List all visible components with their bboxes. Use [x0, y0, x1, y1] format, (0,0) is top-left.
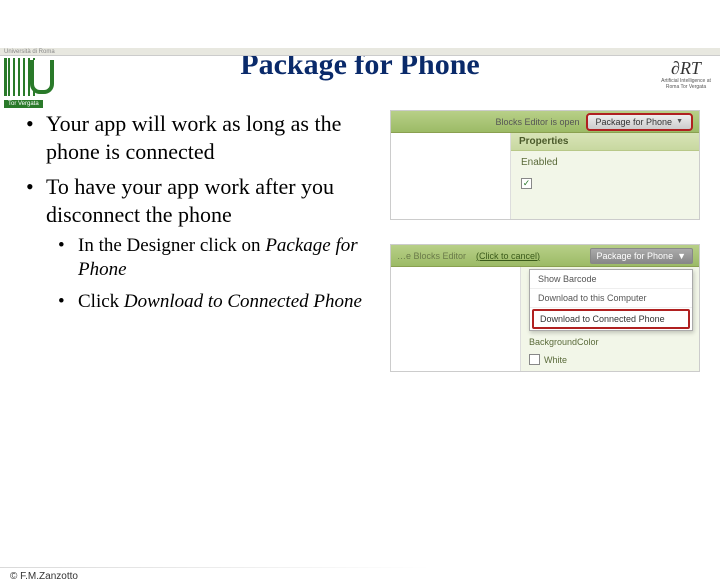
sub1-pre: In the Designer click on: [78, 235, 265, 256]
background-color-label: BackgroundColor: [529, 337, 599, 347]
art-logo-sub: Artificial Intelligence at Roma Tor Verg…: [658, 79, 714, 90]
shot1-body: Properties Enabled ✓: [391, 133, 699, 219]
blocks-editor-status: Blocks Editor is open: [495, 117, 579, 127]
shot2-body: Show Barcode Download to this Computer D…: [391, 267, 699, 371]
logo-left-label: Tor Vergata: [4, 100, 43, 108]
package-for-phone-button[interactable]: Package for Phone ▼: [586, 113, 694, 131]
content-row: Your app will work as long as the phone …: [0, 110, 720, 396]
menu-download-phone[interactable]: Download to Connected Phone: [532, 309, 690, 329]
footer-copyright: © F.M.Zanzotto: [10, 571, 78, 582]
screenshot-1: Blocks Editor is open Package for Phone …: [390, 110, 700, 220]
properties-header: Properties: [511, 133, 699, 151]
package-dropdown: Show Barcode Download to this Computer D…: [529, 269, 693, 331]
shot2-left-pane: [391, 267, 521, 371]
logo-u-icon: [30, 60, 54, 94]
menu-download-computer[interactable]: Download to this Computer: [530, 289, 692, 308]
enabled-label: Enabled: [511, 151, 699, 174]
art-logo: ∂RT Artificial Intelligence at Roma Tor …: [658, 58, 714, 90]
top-strip: [0, 48, 720, 56]
pkg-btn-label: Package for Phone: [596, 117, 673, 127]
shot1-left-pane: [391, 133, 511, 219]
cancel-link[interactable]: (Click to cancel): [476, 251, 540, 261]
chevron-down-icon: ▼: [677, 251, 686, 261]
bullet-1: Your app will work as long as the phone …: [36, 110, 384, 165]
screenshots-column: Blocks Editor is open Package for Phone …: [384, 110, 700, 396]
sub2-em: Download to Connected Phone: [124, 291, 362, 312]
pkg-btn2-label: Package for Phone: [597, 251, 674, 261]
university-logo: Tor Vergata: [4, 58, 60, 96]
chevron-down-icon: ▼: [676, 118, 683, 125]
toolbar-1: Blocks Editor is open Package for Phone …: [391, 111, 699, 133]
bullet-2: To have your app work after you disconne…: [36, 173, 384, 313]
color-swatch-icon: [529, 354, 540, 365]
properties-panel: Properties Enabled ✓: [511, 133, 699, 219]
art-logo-main: ∂RT: [658, 58, 714, 79]
top-tiny-text: Università di Roma: [4, 49, 55, 55]
properties-panel-2: Show Barcode Download to this Computer D…: [521, 267, 699, 371]
text-column: Your app will work as long as the phone …: [14, 110, 384, 396]
sub-bullet-1: In the Designer click on Package for Pho…: [68, 234, 384, 282]
footer-divider: [0, 567, 432, 568]
blocks-editor-status-2: …e Blocks Editor: [397, 251, 466, 261]
toolbar-2: …e Blocks Editor (Click to cancel) Packa…: [391, 245, 699, 267]
background-color-value: White: [544, 355, 567, 365]
package-for-phone-button-open[interactable]: Package for Phone ▼: [590, 248, 693, 264]
enabled-checkbox[interactable]: ✓: [521, 178, 532, 189]
sub2-pre: Click: [78, 291, 124, 312]
screenshot-2: …e Blocks Editor (Click to cancel) Packa…: [390, 244, 700, 372]
background-color-row: White: [529, 354, 567, 365]
menu-show-barcode[interactable]: Show Barcode: [530, 270, 692, 289]
bullet-2-text: To have your app work after you disconne…: [46, 174, 334, 227]
sub-bullet-2: Click Download to Connected Phone: [68, 290, 384, 314]
